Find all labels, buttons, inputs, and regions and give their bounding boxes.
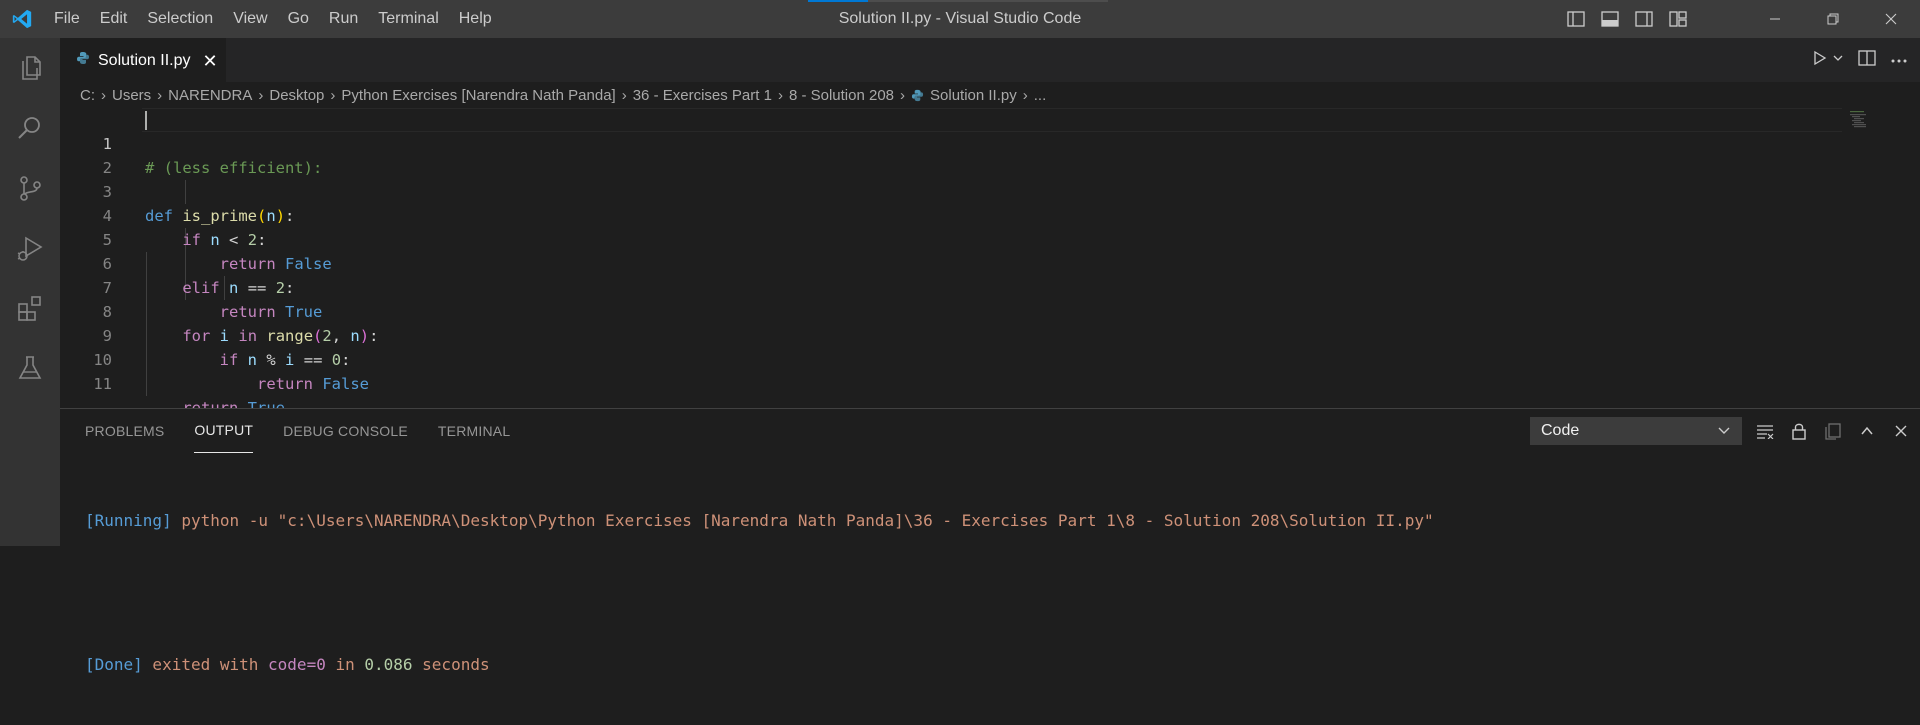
title-accent-line — [808, 0, 1108, 2]
tab-problems[interactable]: PROBLEMS — [85, 409, 164, 453]
code-line: 7 return True — [60, 252, 1920, 321]
code-line: 11 return True — [60, 348, 1920, 417]
minimize-icon[interactable] — [1746, 0, 1804, 38]
running-command: python -u "c:\Users\NARENDRA\Desktop\Pyt… — [171, 511, 1434, 530]
menu-run[interactable]: Run — [319, 0, 368, 38]
open-log-file-icon[interactable] — [1822, 420, 1844, 442]
breadcrumb-item[interactable]: 8 - Solution 208 — [789, 87, 894, 104]
title-bar: File Edit Selection View Go Run Terminal… — [0, 0, 1920, 38]
breadcrumb-item[interactable]: Solution II.py — [930, 87, 1017, 104]
toggle-panel-icon[interactable] — [1600, 9, 1620, 29]
python-file-icon — [911, 89, 924, 102]
line-number: 11 — [93, 375, 112, 393]
menu-help[interactable]: Help — [449, 0, 502, 38]
minimap[interactable] — [1850, 110, 1874, 130]
chevron-right-icon: › — [101, 86, 106, 104]
panel-tabs: PROBLEMS OUTPUT DEBUG CONSOLE TERMINAL — [85, 409, 510, 453]
breadcrumb-item[interactable]: NARENDRA — [168, 87, 252, 104]
exit-code: code=0 — [268, 655, 326, 674]
close-tab-icon[interactable]: ✕ — [203, 52, 218, 70]
breadcrumb-item[interactable]: C: — [80, 87, 95, 104]
python-file-icon — [76, 51, 90, 70]
chevron-right-icon: › — [157, 86, 163, 104]
chevron-right-icon: › — [900, 86, 906, 104]
source-control-icon[interactable] — [0, 158, 60, 218]
running-tag: [Running] — [85, 511, 172, 530]
chevron-right-icon: › — [258, 86, 264, 104]
restore-icon[interactable] — [1804, 0, 1862, 38]
vscode-logo-icon[interactable] — [0, 0, 44, 38]
close-window-icon[interactable] — [1862, 0, 1920, 38]
panel-actions — [1754, 409, 1912, 453]
menu-edit[interactable]: Edit — [90, 0, 138, 38]
search-icon[interactable] — [0, 98, 60, 158]
menu-file[interactable]: File — [44, 0, 90, 38]
breadcrumb-item[interactable]: 36 - Exercises Part 1 — [633, 87, 772, 104]
extensions-icon[interactable] — [0, 278, 60, 338]
code-line: 1 # (less efficient): — [60, 108, 1920, 177]
editor-tab-bar: Solution II.py ✕ — [60, 38, 1920, 82]
testing-icon[interactable] — [0, 338, 60, 398]
code-line: 2 — [60, 132, 1920, 177]
tab-label: Solution II.py — [98, 51, 191, 69]
toggle-primary-sidebar-icon[interactable] — [1566, 9, 1586, 29]
toggle-secondary-sidebar-icon[interactable] — [1634, 9, 1654, 29]
code-line: 8 for i in range(2, n): — [60, 276, 1920, 345]
tab-terminal[interactable]: TERMINAL — [438, 409, 510, 453]
bottom-panel: PROBLEMS OUTPUT DEBUG CONSOLE TERMINAL C… — [60, 408, 1920, 674]
tab-solution-ii-py[interactable]: Solution II.py ✕ — [60, 38, 226, 82]
done-tag: [Done] — [85, 655, 143, 674]
code-line: 6 elif n == 2: — [60, 228, 1920, 297]
text-cursor — [145, 111, 147, 130]
code-line: 9 if n % i == 0: — [60, 300, 1920, 369]
breadcrumb: C: › Users › NARENDRA › Desktop › Python… — [60, 82, 1920, 108]
output-log[interactable]: [Running] python -u "c:\Users\NARENDRA\D… — [85, 461, 1434, 725]
done-text: exited with — [142, 655, 269, 674]
lock-icon[interactable] — [1788, 420, 1810, 442]
run-python-file-icon[interactable] — [1812, 50, 1828, 71]
menu-selection[interactable]: Selection — [137, 0, 223, 38]
maximize-panel-icon[interactable] — [1856, 420, 1878, 442]
activity-bar — [0, 38, 60, 546]
run-debug-icon[interactable] — [0, 218, 60, 278]
output-channel-value: Code — [1541, 422, 1580, 439]
tab-debug-console[interactable]: DEBUG CONSOLE — [283, 409, 408, 453]
editor-actions — [1812, 38, 1908, 82]
clear-output-icon[interactable] — [1754, 420, 1776, 442]
output-line: [Running] python -u "c:\Users\NARENDRA\D… — [85, 509, 1434, 533]
chevron-right-icon: › — [621, 86, 627, 104]
done-text: in — [325, 655, 365, 674]
breadcrumb-item[interactable]: ... — [1034, 87, 1047, 104]
menu-terminal[interactable]: Terminal — [368, 0, 448, 38]
chevron-right-icon: › — [777, 86, 783, 104]
close-panel-icon[interactable] — [1890, 420, 1912, 442]
done-text: seconds — [412, 655, 490, 674]
breadcrumb-item[interactable]: Users — [112, 87, 151, 104]
output-line-blank — [85, 581, 1434, 605]
output-line: [Done] exited with code=0 in 0.086 secon… — [85, 653, 1434, 677]
code-editor[interactable]: 1 # (less efficient): 2 3 def is_prime(n… — [60, 108, 1920, 417]
code-line: 3 def is_prime(n): — [60, 156, 1920, 225]
code-line: 10 return False — [60, 324, 1920, 393]
layout-controls — [1566, 0, 1688, 38]
chevron-right-icon: › — [1022, 86, 1028, 104]
customize-layout-icon[interactable] — [1668, 9, 1688, 29]
chevron-right-icon: › — [330, 86, 336, 104]
menu-bar: File Edit Selection View Go Run Terminal… — [44, 0, 502, 38]
menu-go[interactable]: Go — [278, 0, 319, 38]
explorer-icon[interactable] — [0, 38, 60, 98]
output-channel-select[interactable]: Code — [1530, 417, 1742, 445]
elapsed-time: 0.086 — [364, 655, 413, 674]
code-line: 4 if n < 2: — [60, 180, 1920, 249]
chevron-down-icon[interactable] — [1832, 51, 1844, 69]
window-controls — [1746, 0, 1920, 38]
more-actions-icon[interactable] — [1890, 51, 1908, 69]
breadcrumb-item[interactable]: Desktop — [269, 87, 324, 104]
menu-view[interactable]: View — [223, 0, 277, 38]
split-editor-icon[interactable] — [1858, 49, 1876, 71]
breadcrumb-item[interactable]: Python Exercises [Narendra Nath Panda] — [341, 87, 615, 104]
code-line: 5 return False — [60, 204, 1920, 273]
tab-output[interactable]: OUTPUT — [194, 409, 254, 453]
chevron-down-icon — [1717, 423, 1731, 442]
